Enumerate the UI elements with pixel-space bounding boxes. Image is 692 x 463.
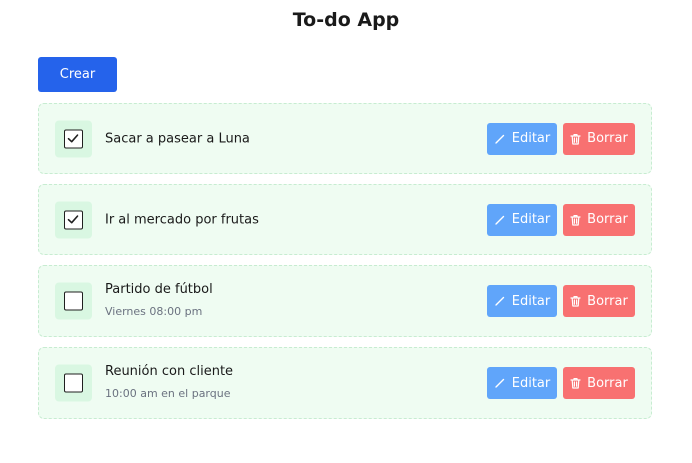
edit-label: Editar — [511, 131, 551, 146]
checkbox-container — [55, 201, 92, 238]
edit-label: Editar — [511, 375, 551, 391]
todo-subtitle: Viernes 08:00 pm — [105, 305, 203, 318]
delete-button[interactable]: Borrar — [563, 367, 635, 399]
trash-icon — [570, 133, 581, 145]
todo-item: Sacar a pasear a Luna Editar Borrar — [38, 103, 652, 174]
delete-label: Borrar — [587, 212, 628, 227]
todo-checkbox[interactable] — [64, 129, 83, 148]
todo-item: Partido de fútbol Viernes 08:00 pm Edita… — [38, 265, 652, 337]
todo-subtitle: 10:00 am en el parque — [105, 387, 231, 400]
pencil-icon — [495, 296, 504, 306]
delete-button[interactable]: Borrar — [563, 203, 635, 236]
pencil-icon — [495, 134, 504, 144]
todo-checkbox[interactable] — [64, 291, 83, 311]
edit-button[interactable]: Editar — [487, 367, 557, 399]
delete-button[interactable]: Borrar — [563, 122, 635, 155]
edit-label: Editar — [511, 212, 551, 227]
trash-icon — [570, 296, 581, 307]
todo-title: Sacar a pasear a Luna — [105, 131, 250, 146]
todo-checkbox[interactable] — [64, 210, 83, 229]
todo-checkbox[interactable] — [64, 373, 83, 393]
delete-button[interactable]: Borrar — [563, 285, 635, 317]
todo-actions: Editar Borrar — [487, 285, 635, 317]
create-button[interactable]: Crear — [38, 57, 117, 92]
todo-text: Reunión con cliente 10:00 am en el parqu… — [105, 364, 233, 400]
trash-icon — [570, 214, 581, 226]
todo-actions: Editar Borrar — [487, 203, 635, 236]
todo-list: Sacar a pasear a Luna Editar Borrar Ir a… — [38, 103, 652, 429]
trash-icon — [570, 378, 581, 389]
checkbox-container — [55, 364, 92, 402]
pencil-icon — [495, 378, 504, 388]
delete-label: Borrar — [587, 375, 628, 391]
todo-title: Reunión con cliente — [105, 364, 234, 379]
edit-button[interactable]: Editar — [487, 122, 557, 155]
edit-label: Editar — [511, 293, 551, 309]
todo-actions: Editar Borrar — [487, 367, 635, 399]
check-icon — [67, 133, 79, 142]
pencil-icon — [495, 215, 504, 225]
edit-button[interactable]: Editar — [487, 203, 557, 236]
todo-item: Ir al mercado por frutas Editar Borrar — [38, 184, 652, 255]
todo-text: Sacar a pasear a Luna — [105, 131, 250, 146]
checkbox-container — [55, 282, 92, 320]
todo-actions: Editar Borrar — [487, 122, 635, 155]
checkbox-container — [55, 120, 92, 157]
todo-title: Ir al mercado por frutas — [105, 212, 259, 227]
check-icon — [67, 214, 79, 223]
todo-text: Ir al mercado por frutas — [105, 212, 259, 227]
todo-text: Partido de fútbol Viernes 08:00 pm — [105, 282, 213, 318]
edit-button[interactable]: Editar — [487, 285, 557, 317]
todo-title: Partido de fútbol — [105, 282, 213, 297]
delete-label: Borrar — [587, 293, 628, 309]
todo-item: Reunión con cliente 10:00 am en el parqu… — [38, 347, 652, 419]
delete-label: Borrar — [587, 131, 628, 146]
page-title: To-do App — [292, 9, 400, 31]
todo-app: To-do App Crear Sacar a pasear a Luna Ed… — [0, 0, 692, 463]
